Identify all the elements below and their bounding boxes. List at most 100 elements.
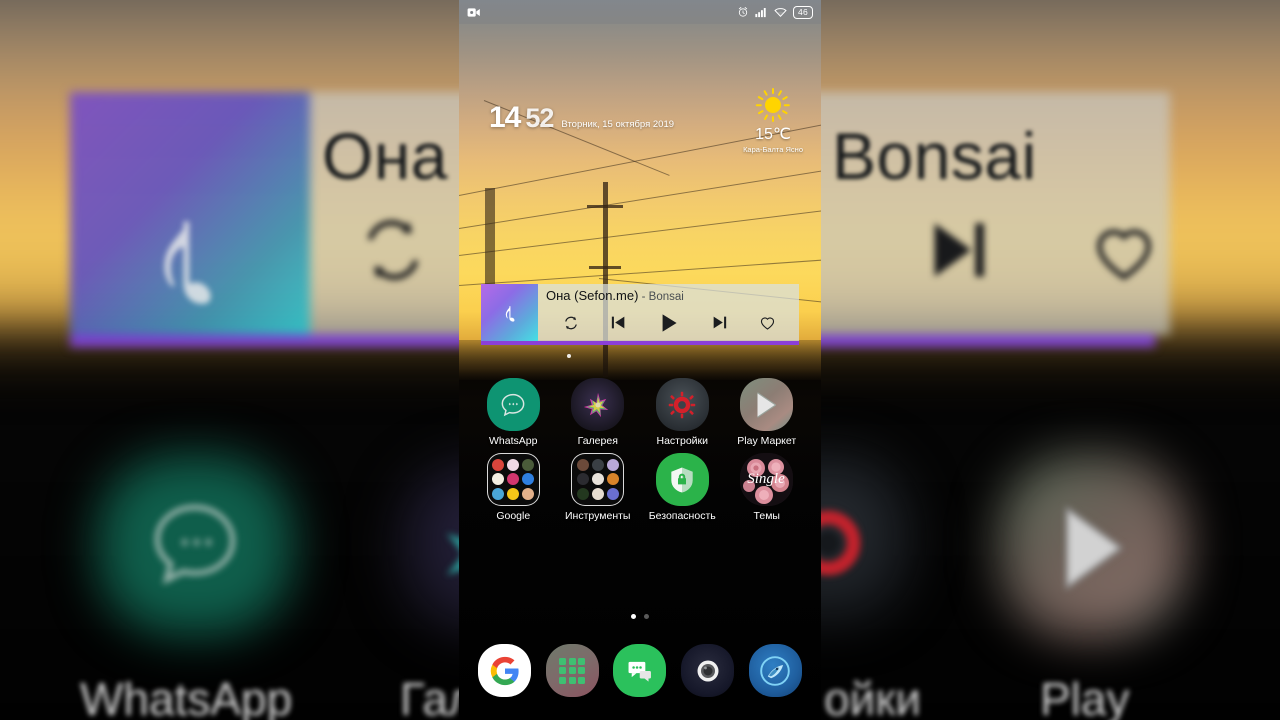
folder-mini-icon [591,458,604,471]
track-artist: Bonsai [648,291,684,303]
play-store-icon [740,378,794,431]
weather-location: Кара-Балта Ясно [743,145,803,154]
background-music-note-icon: ♪ [150,170,225,338]
clock-date: Вторник, 15 октября 2019 [561,119,675,130]
track-separator: - [638,291,649,303]
app-gallery[interactable]: Галерея [560,378,636,447]
app-row-1: WhatsApp Галерея Настройки Play Маркет [459,378,821,447]
folder-mini-icon [507,473,520,486]
gallery-icon [571,378,625,431]
clock-widget[interactable]: 14 52 Вторник, 15 октября 2019 [489,101,675,134]
album-art[interactable]: ♪ [481,284,538,341]
background-whatsapp-bubble-icon [154,504,236,585]
app-label: Безопасность [648,510,716,522]
app-themes[interactable]: Single Темы [729,453,805,522]
folder-mini-icon [522,473,535,486]
background-whatsapp-label: WhatsApp [80,673,293,720]
app-whatsapp[interactable]: WhatsApp [475,378,551,447]
background-track-title: Она [322,119,448,193]
app-label: Google [496,510,531,522]
folder-mini-icon [507,488,520,501]
battery-indicator: 46 [792,5,813,19]
page-dot[interactable] [644,614,649,619]
folder-mini-icon [606,488,619,501]
folder-icon [486,453,540,506]
app-label: Темы [753,510,780,522]
settings-gear-icon [655,378,709,431]
security-shield-icon [655,453,709,506]
background-next-icon [934,223,984,277]
app-label: WhatsApp [489,435,538,447]
google-search-icon[interactable] [478,644,532,697]
folder-mini-icon [606,458,619,471]
folder-google[interactable]: Google [475,453,551,522]
drawer-grid-icon [559,657,586,684]
favorite-button[interactable] [758,313,777,332]
repeat-button[interactable] [562,314,580,332]
wifi-icon [774,7,787,17]
music-control-panel: Она (Sefon.me) - Bonsai [538,284,799,341]
folder-mini-icon [591,473,604,486]
status-bar: 46 [459,0,821,24]
signal-bars-icon [755,7,766,17]
folder-mini-icon [606,473,619,486]
background-favorite-icon [1097,229,1151,280]
app-label: Галерея [577,435,618,447]
alarm-clock-icon [738,7,748,17]
browser-icon[interactable] [748,644,802,697]
folder-mini-icon [492,473,505,486]
folder-tools[interactable]: Инструменты [560,453,636,522]
folder-mini-icon [591,488,604,501]
weather-temperature: 15℃ [755,126,791,143]
track-title: Она (Sefon.me) [546,288,639,303]
folder-mini-icon [507,458,520,471]
background-repeat-icon [368,220,418,280]
video-record-icon [467,7,480,17]
wallpaper-pole-cross [587,205,623,208]
folder-mini-icon [522,488,535,501]
folder-mini-icon [492,458,505,471]
page-indicator [459,614,821,619]
app-security[interactable]: Безопасность [644,453,720,522]
folder-mini-icon [576,473,589,486]
whatsapp-icon [486,378,540,431]
folder-mini-icon [576,488,589,501]
next-button[interactable] [710,313,729,332]
app-settings[interactable]: Настройки [644,378,720,447]
themes-roses-icon: Single [740,453,794,506]
folder-icon [571,453,625,506]
previous-button[interactable] [609,313,628,332]
clock-hours: 14 [489,101,521,134]
playback-progress-bar[interactable] [481,341,799,345]
home-app-grid: WhatsApp Галерея Настройки Play Маркет G… [459,378,821,528]
background-play-label: Play [1040,673,1130,720]
messages-icon[interactable] [613,644,667,697]
clock-minutes: 52 [525,103,554,133]
wallpaper-light-dot [567,354,571,358]
app-row-2: Google Инструменты Безопасность Single Т… [459,453,821,522]
sun-icon [756,88,790,122]
themes-icon-text: Single [748,471,786,487]
page-dot-active[interactable] [631,614,636,619]
background-settings-label: ойки [824,673,922,720]
music-note-icon: ♪ [502,296,517,328]
folder-mini-icon [522,458,535,471]
background-play-triangle-icon [1065,505,1124,591]
folder-mini-icon [576,458,589,471]
app-label: Настройки [656,435,709,447]
phone-screenshot: 46 14 52 Вторник, 15 октября 2019 15℃ Ка… [459,0,821,720]
camera-icon[interactable] [681,644,735,697]
app-label: Инструменты [565,510,631,522]
app-drawer-icon[interactable] [545,644,599,697]
weather-widget[interactable]: 15℃ Кара-Балта Ясно [743,88,803,154]
background-artist-name: Bonsai [832,119,1037,193]
play-button[interactable] [657,311,681,335]
app-label: Play Маркет [737,435,797,447]
screenshot-root: ♪ Она Bonsai WhatsApp Гал ойки Play 46 1… [0,0,1280,720]
app-play-market[interactable]: Play Маркет [729,378,805,447]
music-player-widget[interactable]: ♪ Она (Sefon.me) - Bonsai [481,284,799,345]
wallpaper-pole-cross [589,266,621,269]
dock-bar [459,644,821,697]
folder-mini-icon [492,488,505,501]
now-playing-text: Она (Sefon.me) - Bonsai [546,287,793,306]
